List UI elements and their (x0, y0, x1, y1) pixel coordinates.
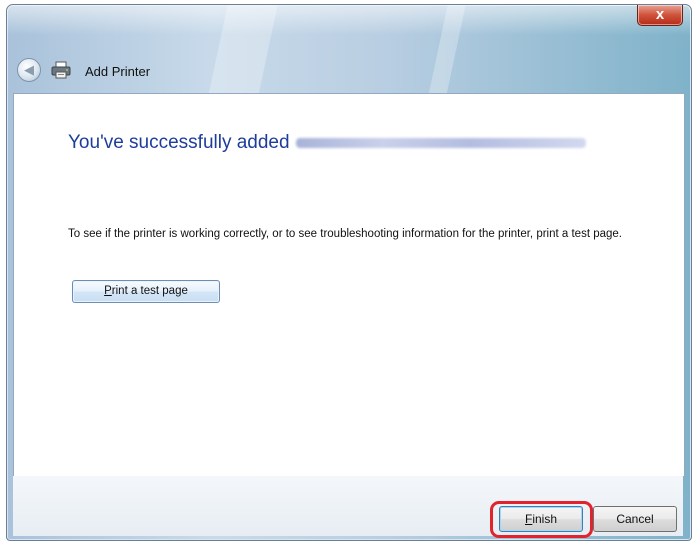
test-button-mnemonic: P (104, 285, 112, 297)
success-headline: You've successfully added (68, 132, 586, 154)
headline-text: You've successfully added (68, 132, 290, 153)
cancel-button[interactable]: Cancel (593, 506, 677, 532)
dialog-title: Add Printer (85, 64, 151, 79)
print-test-page-button[interactable]: Print a test page (72, 280, 220, 303)
back-button[interactable]: ◀ (17, 58, 41, 82)
blurred-printer-name (295, 137, 586, 148)
finish-label: inish (532, 512, 558, 526)
finish-button[interactable]: Finish (499, 506, 583, 532)
info-text: To see if the printer is working correct… (68, 228, 622, 240)
wizard-content: You've successfully added To see if the … (13, 93, 685, 477)
back-arrow-icon: ◀ (24, 62, 34, 77)
printer-icon (51, 61, 71, 79)
test-button-label: rint a test page (111, 285, 188, 297)
close-icon: x (655, 6, 665, 23)
close-button[interactable]: x (637, 5, 683, 26)
title-bar (7, 5, 691, 35)
add-printer-window: x ◀ Add Printer You've successfully adde… (6, 4, 692, 541)
